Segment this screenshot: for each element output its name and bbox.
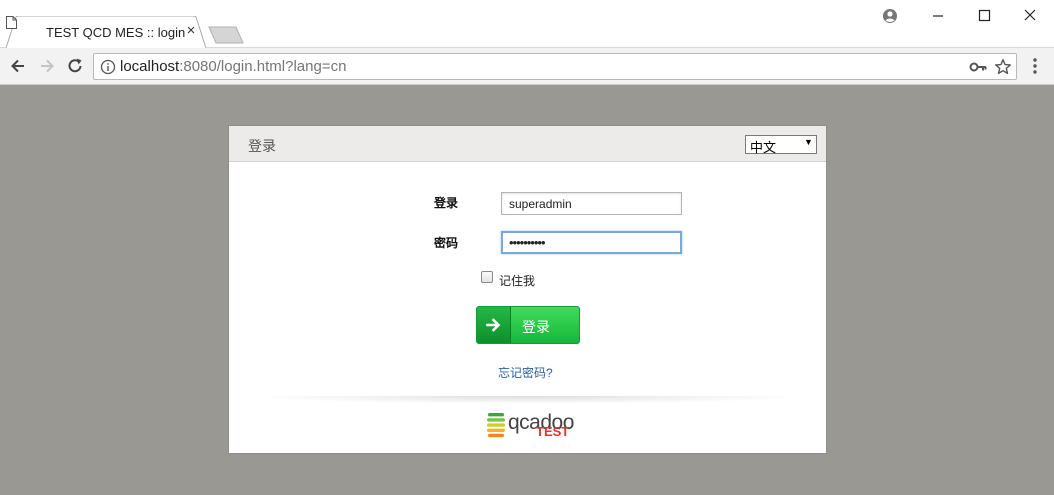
login-button-label: 登录 xyxy=(522,319,550,335)
url-host: localhost xyxy=(120,58,180,75)
language-selected-value: 中文 xyxy=(750,140,777,155)
remember-me-checkbox[interactable] xyxy=(481,271,493,283)
chevron-down-icon: ▼ xyxy=(804,137,813,147)
tab-close-icon[interactable]: × xyxy=(184,23,198,39)
browser-titlebar: TEST QCD MES :: login × xyxy=(0,0,1054,48)
login-button-icon-area xyxy=(477,307,511,343)
profile-icon[interactable] xyxy=(880,6,900,26)
password-label: 密码 xyxy=(434,236,459,250)
key-icon[interactable] xyxy=(969,60,987,74)
username-value: superadmin xyxy=(509,197,572,211)
browser-tab-active[interactable]: TEST QCD MES :: login × xyxy=(6,16,206,48)
bookmark-star-icon[interactable] xyxy=(994,58,1012,76)
username-input[interactable]: superadmin xyxy=(501,192,682,215)
login-panel-header: 登录 中文 ▼ xyxy=(229,126,826,162)
login-button[interactable]: 登录 xyxy=(476,306,580,344)
page-icon xyxy=(6,16,17,29)
remember-me-label[interactable]: 记住我 xyxy=(499,272,535,289)
footer-divider xyxy=(247,396,809,404)
browser-menu-icon[interactable] xyxy=(1027,56,1043,76)
username-label: 登录 xyxy=(434,196,459,210)
qcadoo-logo-icon xyxy=(487,413,505,438)
password-masked-value: •••••••••• xyxy=(509,235,546,250)
new-tab-button[interactable] xyxy=(208,26,244,44)
forward-arrow-icon[interactable] xyxy=(37,56,57,76)
url-text: localhost:8080/login.html?lang=cn xyxy=(120,58,346,75)
language-select[interactable]: 中文 ▼ xyxy=(745,135,817,155)
login-panel: 登录 中文 ▼ 登录 superadmin 密码 •••••••••• 记住我 … xyxy=(228,125,827,454)
browser-toolbar: localhost:8080/login.html?lang=cn xyxy=(0,48,1054,85)
back-arrow-icon[interactable] xyxy=(8,56,28,76)
tab-title: TEST QCD MES :: login xyxy=(46,25,186,40)
panel-title: 登录 xyxy=(248,138,276,154)
site-info-icon[interactable] xyxy=(100,59,116,75)
minimize-icon[interactable] xyxy=(928,6,948,26)
password-input[interactable]: •••••••••• xyxy=(501,231,682,254)
maximize-icon[interactable] xyxy=(974,6,994,26)
qcadoo-logo: qcadoo TEST xyxy=(487,410,577,440)
test-badge: TEST xyxy=(536,424,570,439)
forgot-password-link[interactable]: 忘记密码? xyxy=(498,364,553,381)
address-bar[interactable]: localhost:8080/login.html?lang=cn xyxy=(93,53,1017,80)
window-close-icon[interactable] xyxy=(1020,6,1040,26)
arrow-right-icon xyxy=(486,318,501,332)
reload-icon[interactable] xyxy=(65,56,85,76)
url-path: :8080/login.html?lang=cn xyxy=(179,58,347,75)
